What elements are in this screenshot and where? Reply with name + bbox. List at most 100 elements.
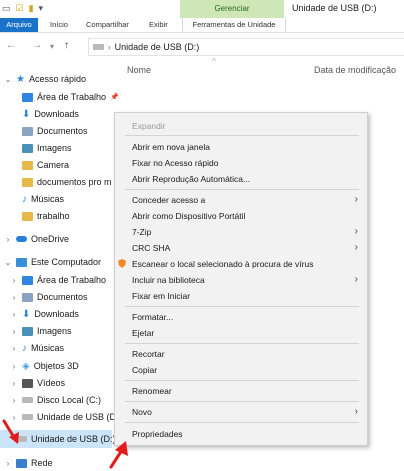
window-title: Unidade de USB (D:) — [292, 3, 377, 13]
antivirus-shield-icon — [118, 259, 126, 268]
chevron-right-icon[interactable]: › — [4, 235, 12, 244]
menu-item-7zip[interactable]: 7-Zip › — [115, 224, 367, 240]
chevron-right-icon[interactable]: › — [10, 344, 18, 353]
address-bar[interactable]: › Unidade de USB (D:) — [88, 38, 404, 56]
nav-label: Vídeos — [37, 378, 66, 388]
nav-quick-camera[interactable]: Camera — [22, 157, 69, 173]
nav-pc-downloads[interactable]: › ⬇ Downloads — [10, 306, 79, 322]
nav-label: Rede — [31, 458, 53, 468]
computer-icon — [16, 257, 27, 267]
nav-pc-3d-objects[interactable]: › ◈ Objetos 3D — [10, 358, 79, 374]
menu-item-cut[interactable]: Recortar — [115, 346, 367, 362]
desktop-icon — [22, 92, 33, 102]
nav-label: Músicas — [31, 343, 65, 353]
chevron-right-icon[interactable]: › — [10, 362, 18, 371]
chevron-down-icon[interactable]: ⌄ — [4, 75, 12, 84]
nav-quick-trabalho[interactable]: trabalho — [22, 208, 70, 224]
back-icon[interactable]: ← — [6, 40, 16, 51]
submenu-arrow-icon: › — [354, 194, 358, 205]
chevron-right-icon[interactable]: › — [10, 310, 18, 319]
column-header-date[interactable]: Data de modificação — [314, 65, 396, 75]
nav-quick-documentos-pro[interactable]: documentos pro m — [22, 174, 112, 190]
nav-label: Área de Trabalho — [37, 92, 107, 102]
menu-item-expand[interactable]: Expandir — [115, 118, 367, 134]
drive-icon[interactable]: ▭ — [2, 3, 11, 14]
recent-dropdown-icon[interactable]: ▾ — [50, 42, 54, 51]
network-icon — [16, 458, 27, 468]
chevron-right-icon[interactable]: › — [10, 276, 18, 285]
chevron-right-icon[interactable]: › — [10, 327, 18, 336]
tab-compartilhar[interactable]: Compartilhar — [86, 18, 129, 32]
nav-pc-pictures[interactable]: › Imagens — [10, 323, 72, 339]
menu-item-pin-quick-access[interactable]: Fixar no Acesso rápido — [115, 155, 367, 171]
tab-inicio[interactable]: Início — [50, 18, 68, 32]
menu-item-open-portable[interactable]: Abrir como Dispositivo Portátil — [115, 208, 367, 224]
chevron-right-icon[interactable]: › — [4, 459, 12, 468]
tab-arquivo[interactable]: Arquivo — [0, 18, 38, 32]
menu-item-new[interactable]: Novo › — [115, 404, 367, 420]
nav-pc-documents[interactable]: › Documentos — [10, 289, 88, 305]
menu-separator — [125, 189, 359, 190]
menu-item-rename[interactable]: Renomear — [115, 383, 367, 399]
nav-label: Disco Local (C:) — [37, 395, 102, 405]
nav-pc-local-disk[interactable]: › Disco Local (C:) — [10, 392, 101, 408]
nav-label: Imagens — [37, 143, 72, 153]
menu-item-crc-sha[interactable]: CRC SHA › — [115, 240, 367, 256]
nav-pc-desktop[interactable]: › Área de Trabalho — [10, 272, 106, 288]
menu-item-copy[interactable]: Copiar — [115, 362, 367, 378]
menu-item-scan-virus[interactable]: Escanear o local selecionado à procura d… — [115, 256, 367, 272]
forward-icon[interactable]: → — [32, 40, 42, 51]
menu-item-give-access[interactable]: Conceder acesso a › — [115, 192, 367, 208]
context-tab-gerenciar[interactable]: Gerenciar — [180, 0, 284, 18]
nav-quick-desktop[interactable]: Área de Trabalho 📌 — [22, 89, 119, 105]
documents-icon — [22, 292, 33, 302]
submenu-arrow-icon: › — [354, 406, 358, 417]
nav-label: Documentos — [37, 292, 88, 302]
hard-drive-icon — [22, 397, 33, 403]
menu-separator — [125, 401, 359, 402]
tab-exibir[interactable]: Exibir — [149, 18, 168, 32]
menu-item-properties[interactable]: Propriedades — [115, 426, 367, 442]
menu-item-format[interactable]: Formatar... — [115, 309, 367, 325]
nav-pc-videos[interactable]: › Vídeos — [10, 375, 65, 391]
chevron-down-icon[interactable]: ⌄ — [4, 258, 12, 267]
address-path[interactable]: Unidade de USB (D:) — [115, 42, 200, 52]
usb-drive-icon — [93, 44, 104, 50]
cube-icon: ◈ — [22, 360, 30, 372]
properties-icon[interactable]: ☑ — [16, 3, 24, 14]
menu-item-eject[interactable]: Ejetar — [115, 325, 367, 341]
menu-item-include-library[interactable]: Incluir na biblioteca › — [115, 272, 367, 288]
pictures-icon — [22, 143, 33, 153]
nav-quick-downloads[interactable]: ⬇ Downloads — [22, 106, 79, 122]
desktop-icon — [22, 275, 33, 285]
nav-label: Imagens — [37, 326, 72, 336]
music-icon: ♪ — [22, 342, 27, 354]
menu-item-pin-start[interactable]: Fixar em Iniciar — [115, 288, 367, 304]
tab-ferramentas-de-unidade[interactable]: Ferramentas de Unidade — [182, 18, 286, 32]
qat-dropdown-icon[interactable]: ▾ — [39, 3, 44, 14]
column-header-name[interactable]: Nome — [127, 65, 151, 75]
nav-quick-music[interactable]: ♪ Músicas — [22, 191, 64, 207]
menu-item-autoplay[interactable]: Abrir Reprodução Automática... — [115, 171, 367, 187]
nav-quick-documents[interactable]: Documentos — [22, 123, 88, 139]
menu-item-open-new-window[interactable]: Abrir em nova janela — [115, 139, 367, 155]
nav-quick-pictures[interactable]: Imagens — [22, 140, 72, 156]
documents-icon — [22, 126, 33, 136]
nav-network[interactable]: › Rede — [4, 455, 53, 471]
nav-quick-access[interactable]: ⌄ ★ Acesso rápido — [4, 71, 86, 87]
chevron-right-icon[interactable]: › — [10, 396, 18, 405]
nav-onedrive[interactable]: › OneDrive — [4, 231, 69, 247]
up-icon[interactable]: ↑ — [64, 40, 69, 51]
nav-pc-music[interactable]: › ♪ Músicas — [10, 340, 64, 356]
nav-selected-usb-drive[interactable]: Unidade de USB (D:) — [16, 431, 116, 447]
nav-label: Camera — [37, 160, 70, 170]
nav-pc-usb-drive[interactable]: › Unidade de USB (D: — [10, 409, 119, 425]
context-menu: Expandir Abrir em nova janela Fixar no A… — [114, 112, 368, 446]
new-folder-icon[interactable]: ▮ — [29, 3, 34, 14]
nav-label: documentos pro m — [37, 177, 112, 187]
nav-label: Objetos 3D — [33, 361, 79, 371]
breadcrumb-chevron-icon[interactable]: › — [108, 43, 111, 52]
chevron-right-icon[interactable]: › — [10, 293, 18, 302]
nav-this-pc[interactable]: ⌄ Este Computador — [4, 254, 101, 270]
chevron-right-icon[interactable]: › — [10, 379, 18, 388]
